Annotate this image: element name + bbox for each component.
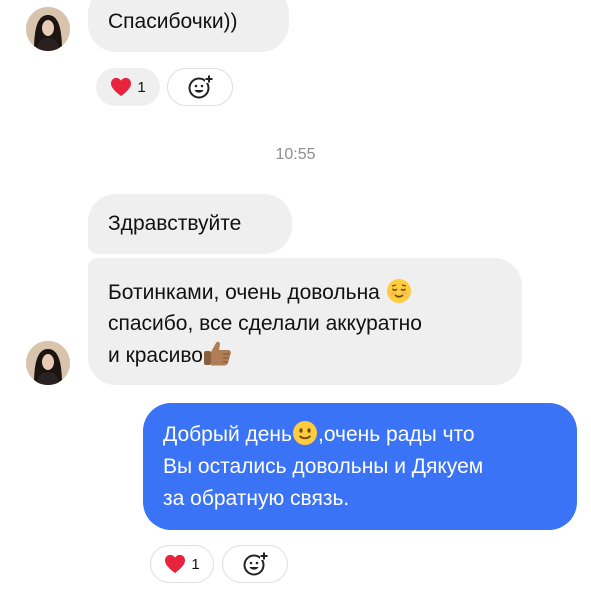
message-text: Вы остались довольны и Дякуем	[163, 455, 484, 478]
add-reaction-button[interactable]	[167, 68, 233, 106]
message-text: Добрый день	[163, 423, 292, 446]
heart-icon	[165, 554, 186, 574]
relieved-face-emoji	[386, 279, 411, 303]
message-text: Здравствуйте	[108, 212, 242, 235]
message-bubble[interactable]: Добрый день ,очень рады что Вы остались …	[143, 403, 577, 530]
heart-icon	[111, 77, 132, 97]
message-text: спасибо, все сделали аккуратно	[108, 312, 422, 335]
message-text: и красиво	[108, 344, 203, 367]
slightly-smiling-face-emoji	[292, 421, 317, 445]
reaction-count: 1	[191, 555, 200, 573]
message-text: ,очень рады что	[317, 423, 475, 446]
add-reaction-icon	[243, 552, 268, 576]
thumbs-up-emoji	[203, 341, 231, 366]
reaction-count: 1	[137, 78, 146, 96]
avatar[interactable]	[26, 341, 70, 385]
reaction-heart[interactable]: 1	[150, 545, 214, 583]
reaction-heart[interactable]: 1	[96, 68, 160, 106]
message-bubble[interactable]: Спасибочки))	[88, 0, 289, 52]
message-text: Спасибочки))	[108, 10, 238, 33]
message-bubble[interactable]: Ботинками, очень довольна спасибо, все с…	[88, 258, 522, 385]
message-bubble[interactable]: Здравствуйте	[88, 194, 292, 254]
message-text: Ботинками, очень довольна	[108, 281, 380, 304]
message-text: за обратную связь.	[163, 487, 350, 510]
avatar[interactable]	[26, 7, 70, 51]
add-reaction-button[interactable]	[222, 545, 288, 583]
add-reaction-icon	[188, 75, 213, 99]
timestamp: 10:55	[275, 146, 316, 163]
